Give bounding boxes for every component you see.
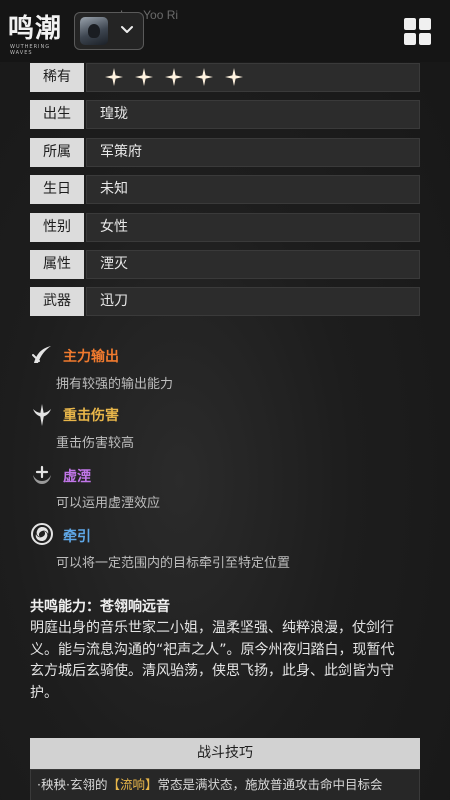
attr-key: 属性 <box>30 250 84 279</box>
combat-line-prefix: ·秧秧·玄翎的 <box>37 777 108 792</box>
heavy-strike-icon <box>33 404 51 426</box>
attr-key: 生日 <box>30 175 84 204</box>
attr-key: 稀有 <box>30 63 84 92</box>
havoc-effect-icon <box>33 465 51 484</box>
combat-skills-header[interactable]: 战斗技巧 <box>30 738 420 769</box>
attr-key: 性别 <box>30 213 84 242</box>
resonance-title: 共鸣能力：苍翎响远音 <box>30 599 170 615</box>
attr-value: 女性 <box>86 213 420 242</box>
tag-desc-gather: 可以将一定范围内的目标牵引至特定位置 <box>56 556 291 571</box>
star-icon <box>225 68 243 86</box>
chevron-down-icon <box>121 26 133 33</box>
combat-line-suffix: 常态是满状态，施放普通攻击命中目标会 <box>157 777 383 792</box>
vortex-pull-icon <box>31 523 53 545</box>
star-icon <box>195 68 213 86</box>
attr-value: 军策府 <box>86 138 420 167</box>
tag-title-heavy-attack: 重击伤害 <box>63 408 119 424</box>
top-header: 鸣潮 WUTHERING WAVES Lee Yoo Ri <box>0 0 450 62</box>
tag-desc-main-dps: 拥有较强的输出能力 <box>56 377 174 392</box>
attr-value: 瑝珑 <box>86 100 420 129</box>
star-icon <box>105 68 123 86</box>
logo-text: 鸣潮 <box>8 14 63 44</box>
resonance-line: 玄方城后玄骑使。清风骀荡，侠思飞扬，此身、此剑皆为守 <box>30 663 394 679</box>
resonance-line: 义。能与流息沟通的“祀声之人”。原今州夜归踏白，现暂代 <box>30 641 395 658</box>
attr-row-birthday: 生日 未知 <box>30 175 420 204</box>
game-logo[interactable]: 鸣潮 WUTHERING WAVES <box>8 8 68 56</box>
resonance-line: 明庭出身的音乐世家二小姐，温柔坚强、纯粹浪漫，仗剑行 <box>30 620 394 636</box>
attr-row-birthplace: 出生 瑝珑 <box>30 100 420 129</box>
attr-key: 武器 <box>30 287 84 316</box>
crossed-swords-icon <box>32 346 51 363</box>
combat-skill-line: ·秧秧·玄翎的【流响】常态是满状态，施放普通攻击命中目标会 <box>30 769 420 800</box>
attr-key: 所属 <box>30 138 84 167</box>
attr-value: 未知 <box>86 175 420 204</box>
tag-desc-havoc: 可以运用虚湮效应 <box>56 496 161 511</box>
combat-line-highlight: 【流响】 <box>107 777 158 792</box>
character-avatar <box>80 17 108 45</box>
tag-title-main-dps: 主力输出 <box>63 349 119 365</box>
attr-value: 湮灭 <box>86 250 420 279</box>
resonance-line: 护。 <box>30 684 58 701</box>
attr-row-affiliation: 所属 军策府 <box>30 138 420 167</box>
tag-title-havoc: 虚湮 <box>63 469 91 485</box>
star-icon <box>165 68 183 86</box>
attr-row-gender: 性别 女性 <box>30 213 420 242</box>
star-icon <box>135 68 153 86</box>
resonance-body: 明庭出身的音乐世家二小姐，温柔坚强、纯粹浪漫，仗剑行 义。能与流息沟通的“祀声之… <box>30 618 425 704</box>
attr-value: 迅刀 <box>86 287 420 316</box>
character-selector-button[interactable] <box>74 12 144 50</box>
attr-row-element: 属性 湮灭 <box>30 250 420 279</box>
attr-row-weapon: 武器 迅刀 <box>30 287 420 316</box>
tag-title-gather: 牵引 <box>63 529 91 545</box>
logo-subtitle: WUTHERING WAVES <box>10 44 51 56</box>
attr-key: 出生 <box>30 100 84 129</box>
tag-desc-heavy-attack: 重击伤害较高 <box>56 436 135 451</box>
grid-menu-icon[interactable] <box>400 14 434 48</box>
